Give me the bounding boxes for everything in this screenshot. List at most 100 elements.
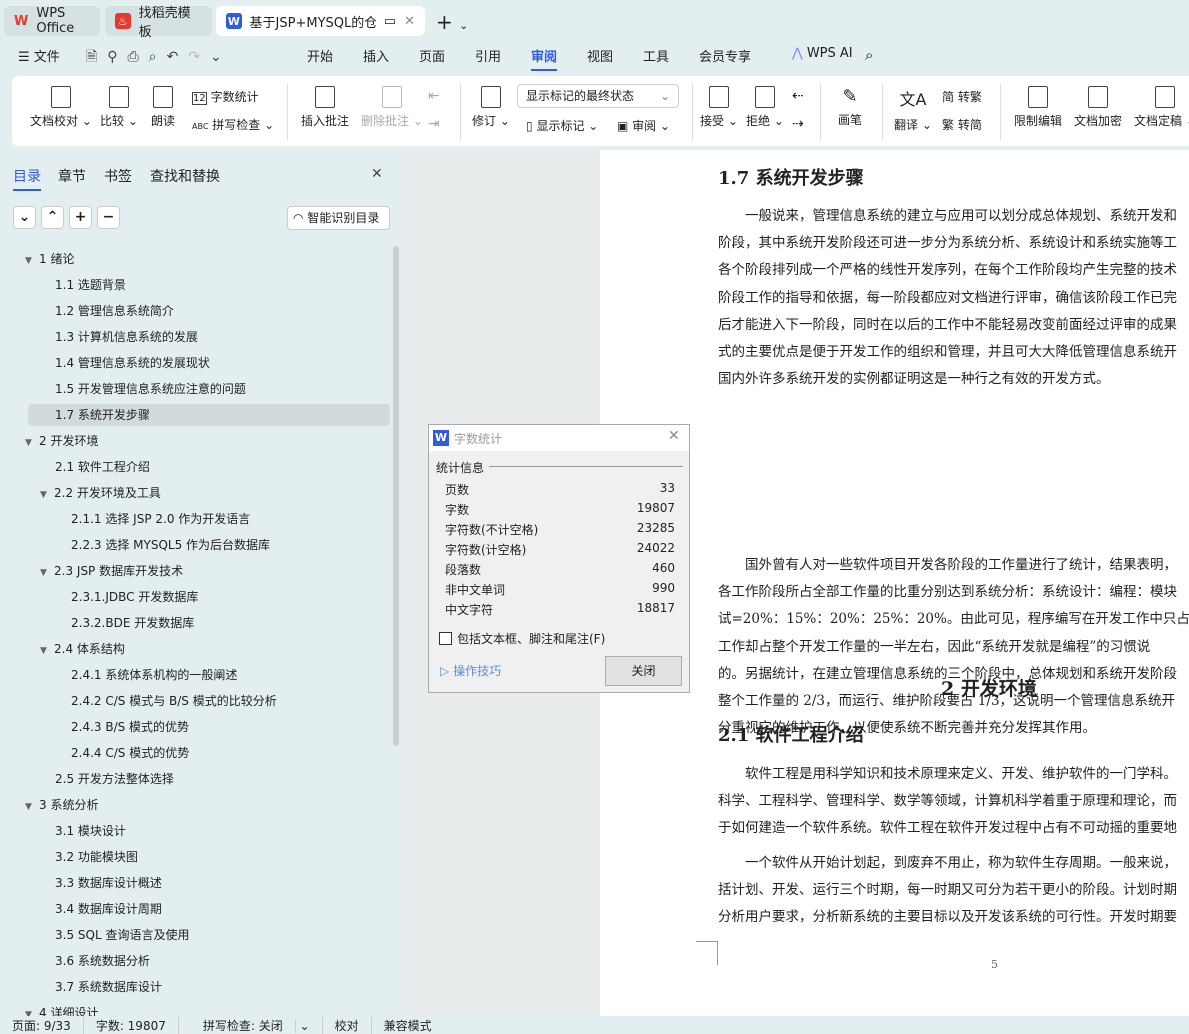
divider: [489, 466, 683, 467]
toc-item[interactable]: 1.7 系统开发步骤: [28, 404, 390, 426]
toc-item[interactable]: 2.3.2.BDE 开发数据库: [71, 612, 194, 634]
translate-button[interactable]: 文A 翻译 ⌄: [894, 86, 932, 133]
toc-item[interactable]: 3.4 数据库设计周期: [55, 898, 162, 920]
markup-state-dropdown[interactable]: 显示标记的最终状态 ⌄: [517, 84, 679, 108]
tips-link[interactable]: ▷ 操作技巧: [440, 662, 501, 679]
compare-button[interactable]: 比较 ⌄: [100, 86, 138, 129]
toc-item[interactable]: 1.4 管理信息系统的发展现状: [55, 352, 210, 374]
toc-item[interactable]: ▼ 2.2 开发环境及工具: [40, 482, 161, 504]
menu-page[interactable]: 页面: [419, 46, 445, 65]
tab-templates[interactable]: ♨ 找稻壳模板: [105, 6, 212, 40]
new-tab-button[interactable]: + ⌄: [436, 10, 468, 34]
expand-arrow-icon[interactable]: ▼: [25, 796, 39, 818]
pen-button[interactable]: ✎ 画笔: [838, 86, 862, 128]
close-button[interactable]: 关闭: [605, 656, 682, 686]
menu-insert[interactable]: 插入: [363, 46, 389, 65]
spell-check-button[interactable]: ABC 拼写检查 ⌄: [192, 116, 274, 133]
reject-button[interactable]: 拒绝 ⌄: [746, 86, 784, 129]
status-words[interactable]: 字数: 19807: [84, 1016, 179, 1034]
menu-tools[interactable]: 工具: [643, 46, 669, 65]
menu-start[interactable]: 开始: [307, 46, 333, 65]
toc-item[interactable]: 2.2.3 选择 MYSQL5 作为后台数据库: [71, 534, 270, 556]
status-proof[interactable]: 校对: [323, 1016, 372, 1034]
toc-item[interactable]: 1.2 管理信息系统简介: [55, 300, 174, 322]
toc-item[interactable]: 2.4.1 系统体系机构的一般阐述: [71, 664, 237, 686]
read-aloud-button[interactable]: 朗读: [151, 86, 175, 129]
toc-item[interactable]: 3.2 功能模块图: [55, 846, 138, 868]
toc-item[interactable]: ▼ 2.3 JSP 数据库开发技术: [40, 560, 183, 582]
insert-comment-button[interactable]: 插入批注: [301, 86, 349, 129]
menu-review[interactable]: 审阅: [531, 46, 558, 71]
chevron-up-button[interactable]: ⌃: [41, 206, 64, 229]
menu-reference[interactable]: 引用: [475, 46, 501, 65]
collapse-button[interactable]: −: [97, 206, 120, 229]
tab-chapters[interactable]: 章节: [58, 166, 86, 186]
restrict-edit-button[interactable]: 限制编辑: [1014, 86, 1062, 129]
smart-toc-button[interactable]: ◠ 智能识别目录: [287, 206, 390, 230]
wps-ai-button[interactable]: ⋀ WPS AI: [792, 46, 853, 61]
toc-item[interactable]: ▼ 1 绪论: [25, 248, 74, 270]
toc-item[interactable]: 2.3.1.JDBC 开发数据库: [71, 586, 198, 608]
toc-item-label: 3.4 数据库设计周期: [55, 902, 162, 916]
expand-arrow-icon[interactable]: ▼: [40, 484, 54, 506]
search-icon[interactable]: ⌕: [865, 46, 873, 64]
expand-arrow-icon[interactable]: ▼: [40, 562, 54, 584]
close-icon[interactable]: ✕: [668, 428, 680, 444]
chevron-down-button[interactable]: ⌄: [13, 206, 36, 229]
menu-view[interactable]: 视图: [587, 46, 613, 65]
toc-item[interactable]: ▼ 2.4 体系结构: [40, 638, 125, 660]
file-menu[interactable]: ☰ 文件: [18, 46, 60, 65]
text-line: 于如何建造一个软件系统。软件工程在软件开发过程中占有不可动摇的重要地: [718, 820, 1177, 837]
show-markup-button[interactable]: ▯ 显示标记 ⌄: [526, 117, 598, 134]
tab-toc[interactable]: 目录: [13, 166, 41, 191]
close-pane-icon[interactable]: ✕: [371, 166, 383, 182]
quick-access-toolbar[interactable]: 🗎⚲⎙⌕↶↷⌄: [86, 46, 232, 70]
toc-item[interactable]: ▼ 2 开发环境: [25, 430, 98, 452]
status-page[interactable]: 页面: 9/33: [0, 1016, 84, 1034]
toc-item[interactable]: 3.1 模块设计: [55, 820, 126, 842]
menu-member[interactable]: 会员专享: [699, 46, 751, 65]
lock-doc-icon: [1028, 86, 1048, 108]
word-count-button[interactable]: 12 字数统计: [192, 88, 259, 105]
prev-change-icon[interactable]: ⇠: [792, 88, 804, 104]
tab-document[interactable]: W基于JSP+MYSQL的仓库管理系▭✕: [216, 6, 425, 36]
tab-find-replace[interactable]: 查找和替换: [150, 166, 220, 186]
redo-icon: ↷: [188, 49, 211, 65]
toc-item[interactable]: 1.1 选题背景: [55, 274, 126, 296]
track-changes-button[interactable]: 修订 ⌄: [472, 86, 510, 129]
toc-item[interactable]: 3.5 SQL 查询语言及使用: [55, 924, 189, 946]
finalize-button[interactable]: 文档定稿 ⌄: [1134, 86, 1189, 129]
stat-value: 33: [659, 481, 675, 495]
expand-arrow-icon[interactable]: ▼: [25, 250, 39, 272]
toc-item[interactable]: ▼ 3 系统分析: [25, 794, 98, 816]
tab-wps-office[interactable]: W WPS Office: [4, 6, 100, 36]
toc-item[interactable]: 2.1.1 选择 JSP 2.0 作为开发语言: [71, 508, 250, 530]
toc-item[interactable]: 1.3 计算机信息系统的发展: [55, 326, 198, 348]
toc-item[interactable]: 1.5 开发管理信息系统应注意的问题: [55, 378, 246, 400]
to-traditional-button[interactable]: 简 转繁: [942, 88, 982, 105]
toc-item[interactable]: 2.4.4 C/S 模式的优势: [71, 742, 189, 764]
toc-item[interactable]: 2.4.2 C/S 模式与 B/S 模式的比较分析: [71, 690, 277, 712]
status-spell[interactable]: 拼写检查: 关闭 ⌄: [179, 1016, 323, 1034]
toc-item[interactable]: 2.5 开发方法整体选择: [55, 768, 174, 790]
toc-item[interactable]: 3.7 系统数据库设计: [55, 976, 162, 998]
encrypt-button[interactable]: 文档加密: [1074, 86, 1122, 129]
close-tab-icon[interactable]: ✕: [404, 14, 415, 29]
toc-item[interactable]: 3.6 系统数据分析: [55, 950, 150, 972]
expand-button[interactable]: +: [69, 206, 92, 229]
to-simplified-button[interactable]: 繁 转简: [942, 116, 982, 133]
expand-arrow-icon[interactable]: ▼: [40, 640, 54, 662]
next-change-icon[interactable]: ⇢: [792, 116, 804, 132]
include-checkbox[interactable]: [439, 632, 452, 645]
scrollbar[interactable]: [393, 246, 399, 746]
accept-button[interactable]: 接受 ⌄: [700, 86, 738, 129]
toc-item[interactable]: 2.1 软件工程介绍: [55, 456, 150, 478]
paragraph: 一般说来，管理信息系统的建立与应用可以划分成总体规划、系统开发和 阶段，其中系统开…: [718, 203, 1189, 393]
monitor-icon[interactable]: ▭: [384, 14, 396, 29]
tab-bookmarks[interactable]: 书签: [104, 166, 132, 186]
expand-arrow-icon[interactable]: ▼: [25, 432, 39, 454]
toc-item[interactable]: 3.3 数据库设计概述: [55, 872, 162, 894]
review-pane-button[interactable]: ▣ 审阅 ⌄: [617, 117, 670, 134]
proofread-button[interactable]: 文档校对 ⌄: [30, 86, 92, 129]
toc-item[interactable]: 2.4.3 B/S 模式的优势: [71, 716, 189, 738]
